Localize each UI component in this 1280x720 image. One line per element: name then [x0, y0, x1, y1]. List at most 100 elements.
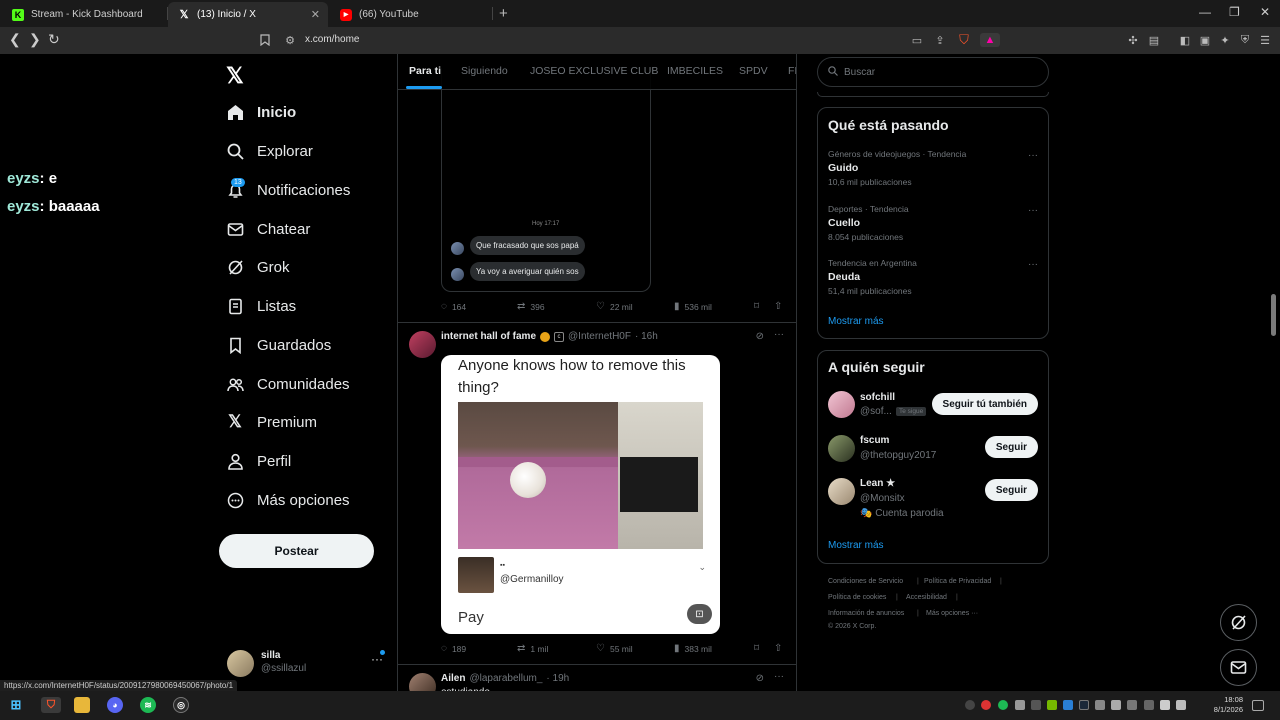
avatar[interactable]	[828, 478, 855, 505]
site-info-icon[interactable]: ⚙	[283, 33, 297, 47]
tray-icon[interactable]	[1127, 700, 1137, 710]
vpn-icon[interactable]: ⛨	[1238, 33, 1252, 47]
share-button[interactable]: ⇧	[774, 643, 782, 654]
repost-button[interactable]: ⇄ 396	[517, 301, 545, 312]
file-explorer-icon[interactable]	[74, 697, 90, 713]
more-icon[interactable]: ···	[1028, 259, 1038, 270]
tab-joseo-exclusive-club[interactable]: JOSEO EXCLUSIVE CLUB	[530, 65, 658, 77]
share-button[interactable]: ⇧	[774, 301, 782, 312]
volume-icon[interactable]	[1176, 700, 1186, 710]
footer-link[interactable]: Política de Privacidad	[924, 578, 991, 585]
reply-button[interactable]: ◌ 164	[441, 301, 466, 312]
brave-rewards-icon[interactable]: ▲	[980, 33, 1000, 47]
tray-icon[interactable]	[965, 700, 975, 710]
tray-icon[interactable]	[1063, 700, 1073, 710]
trend-name[interactable]: Guido	[828, 162, 858, 174]
notification-center-icon[interactable]	[1252, 700, 1264, 711]
address-bar[interactable]: x.com/home	[305, 34, 359, 45]
footer-link[interactable]: Política de cookies	[828, 594, 886, 601]
grok-icon[interactable]: ⊘	[756, 673, 764, 684]
nav-profile[interactable]: Perfil	[226, 446, 291, 476]
trend-name[interactable]: Deuda	[828, 271, 860, 283]
avatar[interactable]	[828, 391, 855, 418]
network-icon[interactable]	[1160, 700, 1170, 710]
tab-fi[interactable]: FI	[788, 65, 796, 77]
brave-shield-icon[interactable]: ⛉	[957, 32, 971, 47]
views-button[interactable]: ▮ 383 mil	[674, 643, 712, 654]
account-switcher[interactable]: silla @ssillazul ···	[227, 650, 387, 680]
follow-button[interactable]: Seguir	[984, 436, 1038, 458]
new-tab-button[interactable]: +	[499, 5, 508, 22]
author-handle[interactable]: @InternetH0F	[568, 331, 631, 342]
menu-icon[interactable]: ☰	[1258, 33, 1272, 47]
post-image[interactable]: Anyone knows how to remove this thing? ▪…	[441, 355, 720, 634]
post-time[interactable]: · 16h	[635, 331, 658, 342]
trend-name[interactable]: Cuello	[828, 217, 860, 229]
spotify-icon[interactable]: ≋	[140, 697, 156, 713]
more-icon[interactable]: ···	[774, 671, 784, 682]
views-button[interactable]: ▮ 536 mil	[674, 301, 712, 312]
wallet-icon[interactable]: ▣	[1198, 33, 1212, 47]
system-clock[interactable]: 18:08 8/1/2026	[1203, 695, 1243, 715]
more-icon[interactable]: ···	[371, 650, 385, 666]
cast-icon[interactable]: ▭	[910, 33, 924, 47]
nav-bookmarks[interactable]: Guardados	[226, 330, 331, 360]
nav-explore[interactable]: Explorar	[226, 136, 313, 166]
tab-siguiendo[interactable]: Siguiendo	[461, 65, 508, 77]
restore-icon[interactable]: ❐	[1229, 5, 1240, 19]
minimize-icon[interactable]: —	[1199, 5, 1211, 19]
close-tab-icon[interactable]: ✕	[311, 8, 320, 21]
nav-grok[interactable]: Grok	[226, 252, 290, 282]
reply-button[interactable]: ◌ 189	[441, 643, 466, 654]
tab-spdv[interactable]: SPDV	[739, 65, 768, 77]
bookmark-page-icon[interactable]	[258, 33, 272, 47]
obs-icon[interactable]: ◎	[173, 697, 189, 713]
nav-lists[interactable]: Listas	[226, 291, 296, 321]
suggested-user-name[interactable]: Lean ★	[860, 478, 895, 489]
bookmark-button[interactable]: ⌑	[754, 643, 759, 654]
reader-icon[interactable]: ▤	[1147, 33, 1161, 47]
author-name[interactable]: Ailen	[441, 673, 465, 684]
footer-link[interactable]: Información de anuncios	[828, 610, 904, 617]
tray-icon[interactable]	[981, 700, 991, 710]
x-logo-icon[interactable]: 𝕏	[226, 63, 244, 89]
post-image[interactable]: Hoy 17:17 Que fracasado que sos papá Ya …	[441, 68, 651, 292]
grok-fab-icon[interactable]	[1220, 604, 1257, 641]
nav-communities[interactable]: Comunidades	[226, 369, 350, 399]
show-more-link[interactable]: Mostrar más	[828, 540, 884, 551]
follow-back-button[interactable]: Seguir tú también	[931, 393, 1038, 415]
author-handle[interactable]: @laparabellum_	[469, 673, 542, 684]
reload-icon[interactable]: ↻	[48, 31, 60, 48]
avatar[interactable]	[409, 331, 436, 358]
tray-icon[interactable]	[1095, 700, 1105, 710]
footer-link[interactable]: Condiciones de Servicio	[828, 578, 903, 585]
bookmark-button[interactable]: ⌑	[754, 301, 759, 312]
tray-icon[interactable]	[1015, 700, 1025, 710]
tab-youtube[interactable]: ▶ (66) YouTube	[330, 2, 495, 27]
steam-icon[interactable]	[1079, 700, 1089, 710]
nvidia-icon[interactable]	[1047, 700, 1057, 710]
nav-chat[interactable]: Chatear	[226, 214, 310, 244]
spotify-tray-icon[interactable]	[998, 700, 1008, 710]
like-button[interactable]: ♡ 55 mil	[596, 643, 633, 654]
tray-icon[interactable]	[1031, 700, 1041, 710]
sidebar-icon[interactable]: ◧	[1178, 33, 1192, 47]
search-input[interactable]: Buscar	[817, 57, 1049, 87]
show-more-link[interactable]: Mostrar más	[828, 316, 884, 327]
discord-icon[interactable]: ◕	[107, 697, 123, 713]
back-icon[interactable]: ❮	[9, 31, 21, 48]
close-window-icon[interactable]: ✕	[1260, 5, 1270, 19]
messages-fab-icon[interactable]	[1220, 649, 1257, 686]
tray-icon[interactable]	[1144, 700, 1154, 710]
author-name[interactable]: internet hall of fame	[441, 331, 536, 342]
post-time[interactable]: · 19h	[546, 673, 569, 684]
share-icon[interactable]: ⇪	[933, 33, 947, 47]
like-button[interactable]: ♡ 22 mil	[596, 301, 633, 312]
follow-button[interactable]: Seguir	[984, 479, 1038, 501]
more-icon[interactable]: ···	[1028, 150, 1038, 161]
grok-icon[interactable]: ⊘	[756, 331, 764, 342]
post-button[interactable]: Postear	[219, 534, 374, 568]
scrollbar-thumb[interactable]	[1271, 294, 1276, 336]
nav-notifications[interactable]: Notificaciones	[226, 175, 350, 205]
nav-more-options[interactable]: Más opciones	[226, 485, 350, 515]
